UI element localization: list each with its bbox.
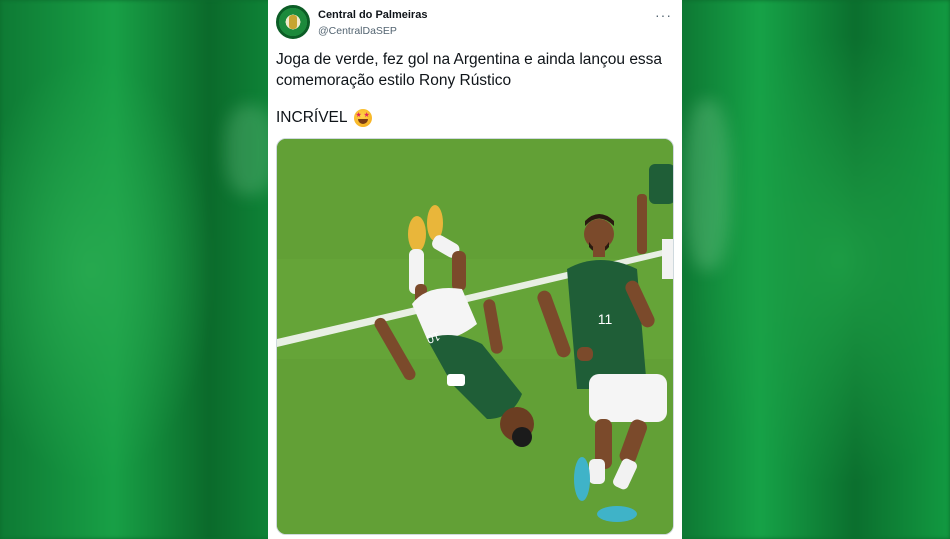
more-options-icon[interactable]: ··· <box>655 8 672 22</box>
avatar[interactable] <box>276 5 310 39</box>
star-struck-emoji-icon: ★ ★ <box>353 109 372 127</box>
flag-emblem-blur <box>685 100 730 270</box>
jersey-number-11: 11 <box>598 311 613 327</box>
tweet-text: Joga de verde, fez gol na Argentina e ai… <box>276 49 676 91</box>
tweet-text-line: comemoração estilo Rony Rústico <box>276 72 512 89</box>
tweet-text-line: Joga de verde, fez gol na Argentina e ai… <box>276 51 663 68</box>
author-name[interactable]: Central do Palmeiras <box>318 9 427 21</box>
tweet-photo[interactable]: 10 11 <box>276 138 674 535</box>
tweet-header: Central do Palmeiras @CentralDaSEP ··· <box>276 4 674 42</box>
author-handle[interactable]: @CentralDaSEP <box>318 25 397 37</box>
tweet-exclaim: INCRÍVEL ★ ★ <box>276 109 372 127</box>
tweet-card: Central do Palmeiras @CentralDaSEP ··· J… <box>268 0 682 539</box>
exclaim-text: INCRÍVEL <box>276 109 348 126</box>
photo-illustration: 1011 <box>277 139 673 534</box>
